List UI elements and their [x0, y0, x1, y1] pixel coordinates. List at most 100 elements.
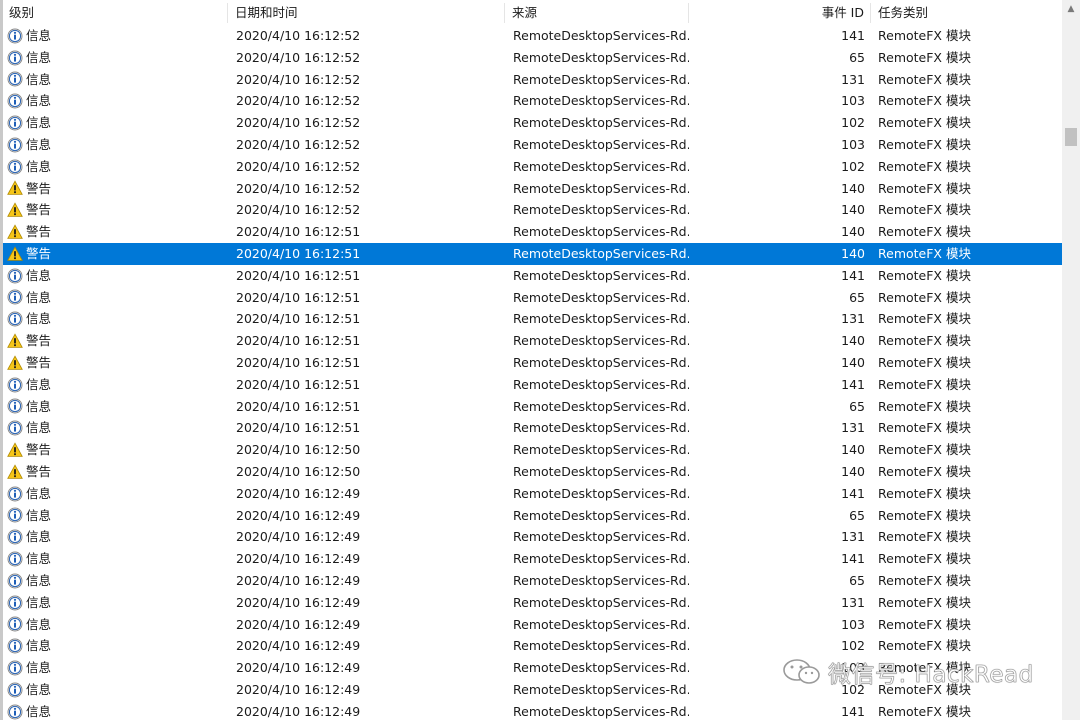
cell-source: RemoteDesktopServices-Rd...: [513, 180, 689, 196]
scroll-thumb[interactable]: [1065, 128, 1077, 146]
cell-event-id: 131: [841, 420, 865, 436]
cell-event-id: 65: [849, 49, 865, 65]
table-row[interactable]: 信息 2020/4/10 16:12:51 RemoteDesktopService…: [3, 287, 1062, 309]
cell-task-category: RemoteFX 模块: [878, 376, 971, 392]
table-row[interactable]: 警告 2020/4/10 16:12:50 RemoteDesktopService…: [3, 461, 1062, 483]
cell-datetime: 2020/4/10 16:12:52: [236, 49, 361, 65]
cell-task-category: RemoteFX 模块: [878, 267, 971, 283]
cell-source: RemoteDesktopServices-Rd...: [513, 333, 689, 349]
table-row[interactable]: 信息 2020/4/10 16:12:51 RemoteDesktopService…: [3, 417, 1062, 439]
cell-task-category: RemoteFX 模块: [878, 616, 971, 632]
cell-event-id: 131: [841, 71, 865, 87]
cell-event-id: 140: [841, 245, 865, 261]
table-row[interactable]: 警告 2020/4/10 16:12:50 RemoteDesktopService…: [3, 439, 1062, 461]
table-row[interactable]: 信息 2020/4/10 16:12:49 RemoteDesktopService…: [3, 635, 1062, 657]
table-row[interactable]: 警告 2020/4/10 16:12:51 RemoteDesktopService…: [3, 221, 1062, 243]
cell-level: 信息: [3, 570, 228, 592]
warning-icon: [7, 442, 23, 458]
table-row[interactable]: 警告 2020/4/10 16:12:51 RemoteDesktopService…: [3, 352, 1062, 374]
cell-event-id: 140: [841, 354, 865, 370]
column-header-task-category[interactable]: 任务类别: [871, 3, 1062, 23]
cell-level: 信息: [3, 47, 228, 69]
cell-datetime: 2020/4/10 16:12:51: [236, 224, 361, 240]
table-row[interactable]: 信息 2020/4/10 16:12:52 RemoteDesktopService…: [3, 90, 1062, 112]
table-row[interactable]: 警告 2020/4/10 16:12:52 RemoteDesktopService…: [3, 178, 1062, 200]
warning-icon: [7, 355, 23, 371]
cell-level: 信息: [3, 287, 228, 309]
info-icon: [7, 551, 23, 567]
cell-task-category: RemoteFX 模块: [878, 311, 971, 327]
level-text: 信息: [26, 28, 52, 43]
cell-datetime: 2020/4/10 16:12:52: [236, 136, 361, 152]
column-header-event-id[interactable]: 事件 ID: [689, 3, 871, 23]
cell-level: 信息: [3, 701, 228, 720]
cell-task-category: RemoteFX 模块: [878, 485, 971, 501]
info-icon: [7, 28, 23, 44]
cell-event-id: 65: [849, 289, 865, 305]
table-row[interactable]: 信息 2020/4/10 16:12:51 RemoteDesktopService…: [3, 308, 1062, 330]
cell-task-category: RemoteFX 模块: [878, 224, 971, 240]
level-text: 信息: [26, 485, 52, 501]
cell-event-id: 140: [841, 463, 865, 479]
table-row[interactable]: 信息 2020/4/10 16:12:49 RemoteDesktopService…: [3, 505, 1062, 527]
cell-source: RemoteDesktopServices-Rd...: [513, 572, 689, 588]
table-row[interactable]: 信息 2020/4/10 16:12:51 RemoteDesktopService…: [3, 374, 1062, 396]
info-icon: [7, 137, 23, 153]
table-row[interactable]: 警告 2020/4/10 16:12:51 RemoteDesktopService…: [3, 242, 1062, 265]
cell-event-id: 103: [841, 93, 865, 109]
info-icon: [7, 486, 23, 502]
cell-task-category: RemoteFX 模块: [878, 136, 971, 152]
table-row[interactable]: 信息 2020/4/10 16:12:52 RemoteDesktopService…: [3, 134, 1062, 156]
cell-event-id: 131: [841, 529, 865, 545]
table-row[interactable]: 信息 2020/4/10 16:12:52 RemoteDesktopService…: [3, 112, 1062, 134]
table-row[interactable]: 信息 2020/4/10 16:12:49 RemoteDesktopService…: [3, 548, 1062, 570]
cell-event-id: 141: [841, 703, 865, 719]
table-row[interactable]: 警告 2020/4/10 16:12:52 RemoteDesktopService…: [3, 199, 1062, 221]
cell-datetime: 2020/4/10 16:12:52: [236, 180, 361, 196]
level-text: 警告: [26, 180, 52, 196]
table-row[interactable]: 信息 2020/4/10 16:12:52 RemoteDesktopService…: [3, 69, 1062, 91]
warning-icon: [7, 333, 23, 349]
column-header-datetime[interactable]: 日期和时间: [228, 3, 505, 23]
table-row[interactable]: 信息 2020/4/10 16:12:49 RemoteDesktopService…: [3, 592, 1062, 614]
info-icon: [7, 398, 23, 414]
column-header-level[interactable]: 级别: [3, 3, 228, 23]
cell-source: RemoteDesktopServices-Rd...: [513, 245, 689, 261]
cell-source: RemoteDesktopServices-Rd...: [513, 703, 689, 719]
level-text: 信息: [26, 660, 52, 676]
cell-datetime: 2020/4/10 16:12:49: [236, 594, 361, 610]
table-row[interactable]: 信息 2020/4/10 16:12:49 RemoteDesktopService…: [3, 614, 1062, 636]
table-row[interactable]: 信息 2020/4/10 16:12:52 RemoteDesktopService…: [3, 156, 1062, 178]
cell-level: 警告: [3, 352, 228, 374]
cell-task-category: RemoteFX 模块: [878, 71, 971, 87]
scroll-up-button[interactable]: ▲: [1062, 0, 1080, 18]
table-row[interactable]: 信息 2020/4/10 16:12:51 RemoteDesktopService…: [3, 265, 1062, 287]
cell-event-id: 103: [841, 136, 865, 152]
table-row[interactable]: 信息 2020/4/10 16:12:52 RemoteDesktopService…: [3, 47, 1062, 69]
cell-task-category: RemoteFX 模块: [878, 333, 971, 349]
column-header-source[interactable]: 来源: [505, 3, 689, 23]
vertical-scrollbar[interactable]: ▲: [1062, 0, 1080, 720]
table-row[interactable]: 信息 2020/4/10 16:12:49 RemoteDesktopService…: [3, 526, 1062, 548]
cell-source: RemoteDesktopServices-Rd...: [513, 289, 689, 305]
table-row[interactable]: 信息 2020/4/10 16:12:49 RemoteDesktopService…: [3, 701, 1062, 720]
level-text: 信息: [26, 572, 52, 588]
table-row[interactable]: 信息 2020/4/10 16:12:51 RemoteDesktopService…: [3, 396, 1062, 418]
cell-level: 信息: [3, 134, 228, 156]
cell-task-category: RemoteFX 模块: [878, 398, 971, 414]
cell-level: 警告: [3, 178, 228, 200]
table-row[interactable]: 信息 2020/4/10 16:12:49 RemoteDesktopService…: [3, 570, 1062, 592]
cell-source: RemoteDesktopServices-Rd...: [513, 93, 689, 109]
cell-task-category: RemoteFX 模块: [878, 93, 971, 109]
level-text: 信息: [26, 289, 52, 305]
table-row[interactable]: 警告 2020/4/10 16:12:51 RemoteDesktopService…: [3, 330, 1062, 352]
cell-source: RemoteDesktopServices-Rd...: [513, 115, 689, 131]
cell-level: 信息: [3, 396, 228, 418]
table-row[interactable]: 信息 2020/4/10 16:12:52 RemoteDesktopService…: [3, 25, 1062, 47]
cell-task-category: RemoteFX 模块: [878, 115, 971, 131]
cell-source: RemoteDesktopServices-Rd...: [513, 594, 689, 610]
table-row[interactable]: 信息 2020/4/10 16:12:49 RemoteDesktopService…: [3, 483, 1062, 505]
level-text: 信息: [26, 398, 52, 414]
warning-icon: [7, 464, 23, 480]
cell-task-category: RemoteFX 模块: [878, 354, 971, 370]
